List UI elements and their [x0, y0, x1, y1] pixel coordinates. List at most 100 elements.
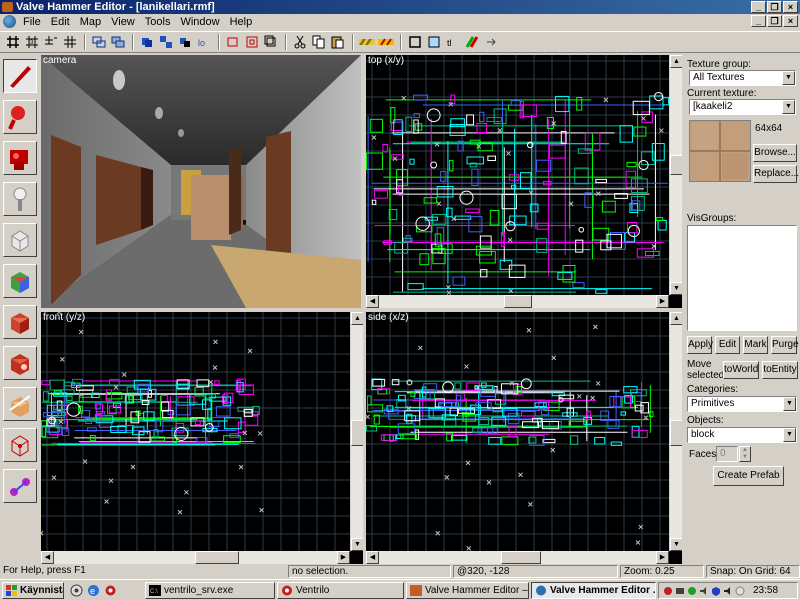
scroll-up-arrow-icon[interactable]: ▲: [670, 55, 682, 68]
tray-speaker-icon[interactable]: [723, 586, 733, 596]
visgroup-purge-button[interactable]: Purge: [771, 336, 799, 354]
task-hammer-1[interactable]: Valve Hammer Editor – ...: [406, 582, 529, 599]
menu-window[interactable]: Window: [175, 16, 224, 28]
front-horizontal-scrollbar[interactable]: ◀ ▶: [41, 551, 350, 564]
hide-selected-icon[interactable]: [176, 33, 194, 51]
tray-volume-icon[interactable]: [699, 586, 709, 596]
texture-tool-icon[interactable]: [3, 264, 37, 298]
camera-viewport[interactable]: camera: [41, 55, 361, 308]
show-desktop-icon[interactable]: [70, 584, 83, 597]
doc-minimize-button[interactable]: _: [751, 15, 766, 27]
task-hammer-2[interactable]: Valve Hammer Editor ...: [531, 582, 656, 599]
select-by-handles-icon[interactable]: [425, 33, 443, 51]
to-world-button[interactable]: toWorld: [723, 361, 759, 379]
hollow-icon[interactable]: [243, 33, 261, 51]
scroll-thumb[interactable]: [195, 551, 239, 564]
task-ventrilo-srv[interactable]: C:\ ventrilo_srv.exe: [145, 582, 275, 599]
top-viewport[interactable]: top (x/y) ▲ ▼ ◀ ▶: [366, 55, 682, 308]
load-window-state-icon[interactable]: [90, 33, 108, 51]
dropdown-arrow-icon[interactable]: ▼: [782, 71, 795, 85]
browser-icon[interactable]: e: [87, 584, 100, 597]
grid-3d-icon[interactable]: 3: [23, 33, 41, 51]
copy-icon[interactable]: [310, 33, 328, 51]
top-vertical-scrollbar[interactable]: ▲ ▼: [669, 55, 682, 295]
texture-group-dropdown[interactable]: All Textures ▼: [689, 70, 796, 86]
clipping-tool-icon[interactable]: [3, 387, 37, 421]
scroll-down-arrow-icon[interactable]: ▼: [670, 282, 682, 295]
visgroup-edit-button[interactable]: Edit: [715, 336, 740, 354]
menu-help[interactable]: Help: [225, 16, 258, 28]
scroll-up-arrow-icon[interactable]: ▲: [670, 312, 682, 325]
scroll-thumb[interactable]: [501, 551, 541, 564]
doc-restore-button[interactable]: ❐: [767, 15, 782, 27]
tray-security-icon[interactable]: [711, 586, 721, 596]
front-viewport[interactable]: front (y/z) ▲ ▼ ◀ ▶: [41, 312, 363, 564]
scroll-right-arrow-icon[interactable]: ▶: [656, 551, 669, 564]
selection-tool-icon[interactable]: [3, 59, 37, 93]
decal-tool-icon[interactable]: [3, 346, 37, 380]
scroll-left-arrow-icon[interactable]: ◀: [41, 551, 54, 564]
magnify-tool-icon[interactable]: [3, 100, 37, 134]
current-texture-dropdown[interactable]: [kaakeli2 ▼: [689, 99, 796, 115]
side-vertical-scrollbar[interactable]: ▲ ▼: [669, 312, 682, 551]
dropdown-arrow-icon[interactable]: ▼: [783, 428, 796, 442]
front-vertical-scrollbar[interactable]: ▲ ▼: [350, 312, 363, 551]
block-tool-icon[interactable]: [3, 223, 37, 257]
scroll-thumb[interactable]: [504, 295, 532, 308]
scroll-thumb[interactable]: [670, 155, 682, 175]
restore-button[interactable]: ❐: [767, 1, 782, 13]
camera-tool-icon[interactable]: [3, 141, 37, 175]
selection-box-icon[interactable]: [406, 33, 424, 51]
entity-report-icon[interactable]: [482, 33, 500, 51]
visgroup-apply-button[interactable]: Apply: [687, 336, 713, 354]
to-entity-button[interactable]: toEntity: [762, 361, 798, 379]
categories-dropdown[interactable]: Primitives ▼: [687, 396, 797, 412]
faces-spinner[interactable]: ▲ ▼: [739, 446, 751, 462]
doc-close-button[interactable]: ×: [783, 15, 798, 27]
visgroups-list[interactable]: [687, 225, 797, 331]
start-button[interactable]: Käynnistä: [2, 582, 64, 599]
scroll-right-arrow-icon[interactable]: ▶: [337, 551, 350, 564]
scroll-down-arrow-icon[interactable]: ▼: [670, 538, 682, 551]
scroll-thumb[interactable]: [351, 420, 363, 446]
ungroup-icon[interactable]: [157, 33, 175, 51]
group-icon[interactable]: [138, 33, 156, 51]
hammer-launch-icon[interactable]: [104, 584, 117, 597]
scroll-up-arrow-icon[interactable]: ▲: [351, 312, 363, 325]
title-bar[interactable]: Valve Hammer Editor - [lanikellari.rmf] …: [0, 0, 800, 14]
scroll-thumb[interactable]: [670, 420, 682, 446]
smaller-grid-icon[interactable]: [42, 33, 60, 51]
transform-toggle-icon[interactable]: tl: [444, 33, 462, 51]
close-button[interactable]: ×: [783, 1, 798, 13]
larger-grid-icon[interactable]: [61, 33, 79, 51]
scroll-left-arrow-icon[interactable]: ◀: [366, 295, 379, 308]
tray-network-icon[interactable]: [675, 586, 685, 596]
minimize-button[interactable]: _: [751, 1, 766, 13]
entity-tool-icon[interactable]: [3, 182, 37, 216]
top-horizontal-scrollbar[interactable]: ◀ ▶: [366, 295, 669, 308]
tray-messenger-icon[interactable]: [687, 586, 697, 596]
carve-icon[interactable]: [224, 33, 242, 51]
dropdown-arrow-icon[interactable]: ▼: [782, 100, 795, 114]
visgroup-mark-button[interactable]: Mark: [743, 336, 768, 354]
side-viewport[interactable]: side (x/z) ▲ ▼ ◀ ▶: [366, 312, 682, 564]
menu-tools[interactable]: Tools: [140, 16, 176, 28]
task-ventrilo[interactable]: Ventrilo: [277, 582, 404, 599]
menu-file[interactable]: File: [18, 16, 46, 28]
scroll-down-arrow-icon[interactable]: ▼: [351, 538, 363, 551]
scroll-left-arrow-icon[interactable]: ◀: [366, 551, 379, 564]
replace-button[interactable]: Replace...: [753, 165, 799, 183]
tray-ventrilo-icon[interactable]: [663, 586, 673, 596]
objects-dropdown[interactable]: block ▼: [687, 427, 797, 443]
vertex-tool-icon[interactable]: [3, 428, 37, 462]
path-tool-icon[interactable]: [3, 469, 37, 503]
dropdown-arrow-icon[interactable]: ▼: [783, 397, 796, 411]
browse-button[interactable]: Browse...: [753, 144, 797, 162]
cut-icon[interactable]: [291, 33, 309, 51]
clip-icon[interactable]: [262, 33, 280, 51]
grid-toggle-icon[interactable]: [4, 33, 22, 51]
hide-unselected-icon[interactable]: lo: [195, 33, 213, 51]
document-globe-icon[interactable]: [3, 15, 16, 28]
side-horizontal-scrollbar[interactable]: ◀ ▶: [366, 551, 669, 564]
create-prefab-button[interactable]: Create Prefab: [713, 466, 784, 486]
